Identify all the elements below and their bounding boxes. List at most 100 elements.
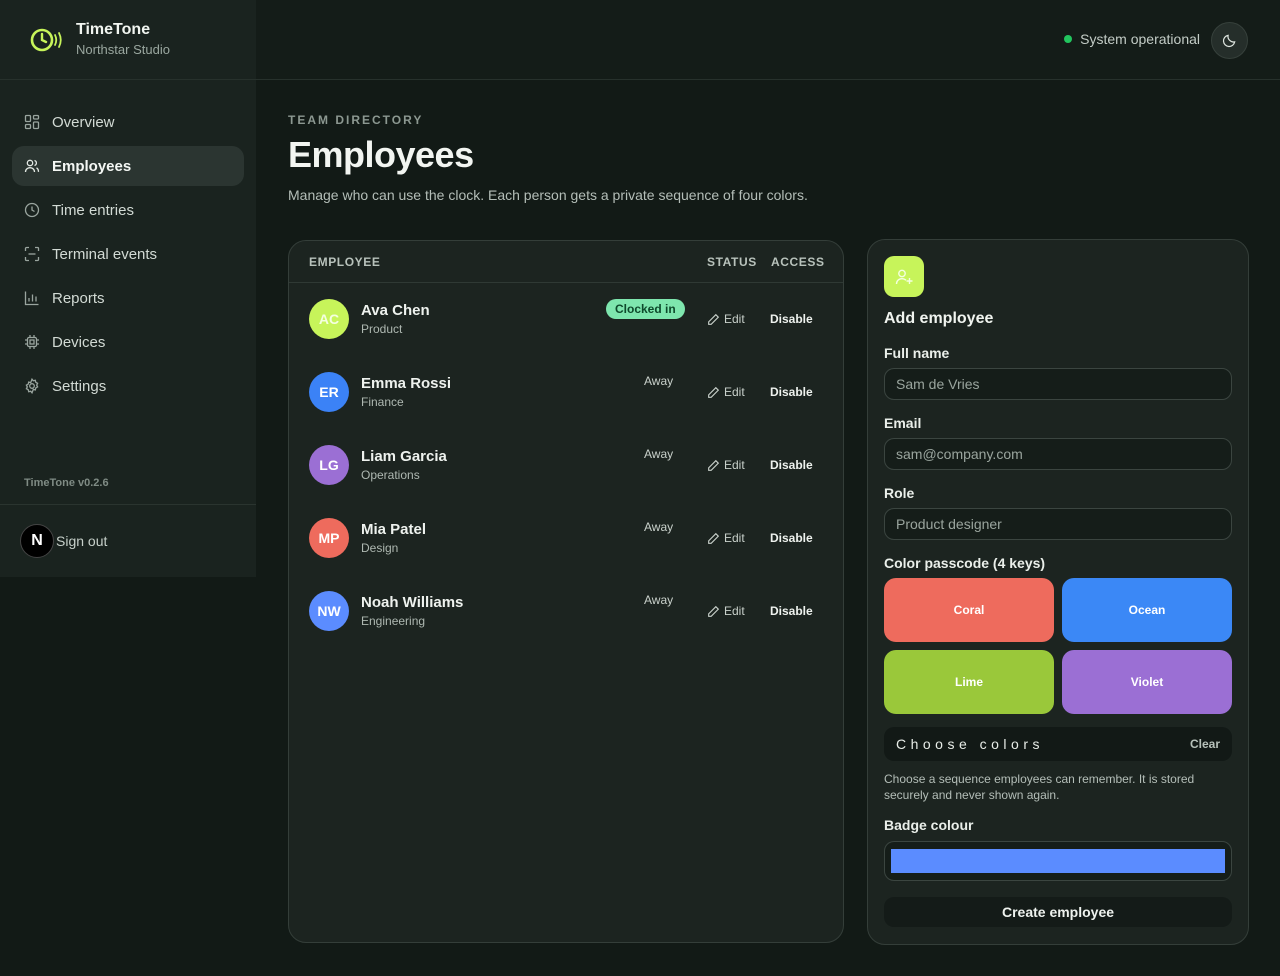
email-field[interactable] — [884, 438, 1232, 470]
full-name-field[interactable] — [884, 368, 1232, 400]
status-text: Away — [644, 593, 674, 607]
table-row: MP Mia Patel Design Away Edit Disable — [289, 502, 843, 575]
edit-button[interactable]: Edit — [707, 385, 745, 399]
gear-icon — [24, 378, 40, 394]
system-status: System operational — [1064, 31, 1200, 47]
avatar: ER — [309, 372, 349, 412]
overview-icon — [24, 114, 40, 130]
sidebar-item-terminal-events[interactable]: Terminal events — [12, 234, 244, 274]
status-badge: Clocked in — [606, 299, 685, 319]
full-name-label: Full name — [884, 345, 950, 361]
badge-colour-label: Badge colour — [884, 817, 974, 833]
color-key-violet[interactable]: Violet — [1062, 650, 1232, 714]
sidebar-item-devices[interactable]: Devices — [12, 322, 244, 362]
employee-role: Operations — [361, 468, 420, 482]
create-employee-button[interactable]: Create employee — [884, 897, 1232, 927]
sidebar-item-label: Time entries — [52, 201, 134, 219]
app-version: TimeTone v0.2.6 — [24, 477, 109, 489]
employee-role: Engineering — [361, 614, 426, 628]
status-dot-icon — [1064, 35, 1073, 43]
pencil-icon — [708, 313, 720, 325]
theme-toggle-button[interactable] — [1211, 22, 1248, 59]
employee-role: Design — [361, 541, 399, 555]
edit-label: Edit — [724, 604, 745, 618]
sidebar-item-reports[interactable]: Reports — [12, 278, 244, 318]
moon-icon — [1222, 34, 1236, 48]
avatar: LG — [309, 445, 349, 485]
edit-button[interactable]: Edit — [707, 604, 745, 618]
employee-role: Product — [361, 322, 403, 336]
disable-button[interactable]: Disable — [770, 604, 813, 618]
user-avatar: N — [20, 524, 54, 558]
color-key-coral[interactable]: Coral — [884, 578, 1054, 642]
brand-org: Northstar Studio — [76, 42, 170, 57]
employee-name: Liam Garcia — [361, 448, 447, 465]
topbar: System operational — [256, 0, 1280, 80]
role-label: Role — [884, 485, 915, 501]
employee-name: Mia Patel — [361, 521, 427, 538]
employee-name: Noah Williams — [361, 594, 464, 611]
table-row: NW Noah Williams Engineering Away Edit D… — [289, 575, 843, 648]
sidebar-item-time-entries[interactable]: Time entries — [12, 190, 244, 230]
email-label: Email — [884, 415, 922, 431]
pencil-icon — [708, 459, 720, 471]
passcode-sequence-display: Choose colors Clear — [884, 727, 1232, 761]
page-eyebrow: TEAM DIRECTORY — [288, 113, 424, 127]
badge-colour-picker[interactable] — [884, 841, 1232, 881]
sequence-placeholder: Choose colors — [896, 736, 1044, 752]
employee-name: Emma Rossi — [361, 375, 452, 392]
brand-name: TimeTone — [76, 21, 151, 38]
color-key-ocean[interactable]: Ocean — [1062, 578, 1232, 642]
status-text: Away — [644, 520, 674, 534]
passcode-label: Color passcode (4 keys) — [884, 555, 1046, 571]
sidebar-item-label: Settings — [52, 377, 107, 395]
passcode-help-text: Choose a sequence employees can remember… — [884, 772, 1195, 802]
sidebar-item-overview[interactable]: Overview — [12, 102, 244, 142]
edit-label: Edit — [724, 531, 745, 545]
sidebar-item-label: Terminal events — [52, 245, 158, 263]
edit-label: Edit — [724, 458, 745, 472]
sign-out-label: Sign out — [56, 533, 108, 549]
avatar: NW — [309, 591, 349, 631]
sidebar-item-employees[interactable]: Employees — [12, 146, 244, 186]
status-text: Away — [644, 374, 674, 388]
badge-colour-swatch — [891, 849, 1225, 873]
sidebar-item-label: Reports — [52, 289, 105, 307]
column-status: STATUS — [707, 255, 757, 269]
color-key-lime[interactable]: Lime — [884, 650, 1054, 714]
avatar: MP — [309, 518, 349, 558]
pencil-icon — [708, 532, 720, 544]
chart-icon — [24, 290, 40, 306]
pencil-icon — [708, 605, 720, 617]
clock-icon — [24, 202, 40, 218]
edit-label: Edit — [724, 385, 745, 399]
employee-role: Finance — [361, 395, 404, 409]
sign-out-button[interactable]: N Sign out — [0, 504, 256, 577]
column-employee: EMPLOYEE — [309, 255, 381, 269]
disable-button[interactable]: Disable — [770, 312, 813, 326]
disable-button[interactable]: Disable — [770, 458, 813, 472]
table-row: AC Ava Chen Product Clocked in Edit Disa… — [289, 283, 843, 356]
edit-button[interactable]: Edit — [707, 531, 745, 545]
employees-table: EMPLOYEE STATUS ACCESS AC Ava Chen Produ… — [288, 240, 844, 943]
edit-button[interactable]: Edit — [707, 458, 745, 472]
clear-button[interactable]: Clear — [1190, 737, 1220, 751]
avatar: AC — [309, 299, 349, 339]
table-row: LG Liam Garcia Operations Away Edit Disa… — [289, 429, 843, 502]
chip-icon — [24, 334, 40, 350]
disable-button[interactable]: Disable — [770, 531, 813, 545]
edit-button[interactable]: Edit — [707, 312, 745, 326]
disable-button[interactable]: Disable — [770, 385, 813, 399]
sidebar-nav: Overview Employees Time entries Terminal… — [12, 102, 244, 410]
table-row: ER Emma Rossi Finance Away Edit Disable — [289, 356, 843, 429]
brand: TimeTone Northstar Studio — [0, 0, 256, 80]
sidebar-item-label: Employees — [52, 157, 132, 175]
pencil-icon — [708, 386, 720, 398]
sidebar-item-settings[interactable]: Settings — [12, 366, 244, 406]
sidebar-item-label: Overview — [52, 113, 115, 131]
page-title: Employees — [288, 134, 474, 175]
column-access: ACCESS — [771, 255, 825, 269]
scan-icon — [24, 246, 40, 262]
employee-name: Ava Chen — [361, 302, 430, 319]
role-field[interactable] — [884, 508, 1232, 540]
